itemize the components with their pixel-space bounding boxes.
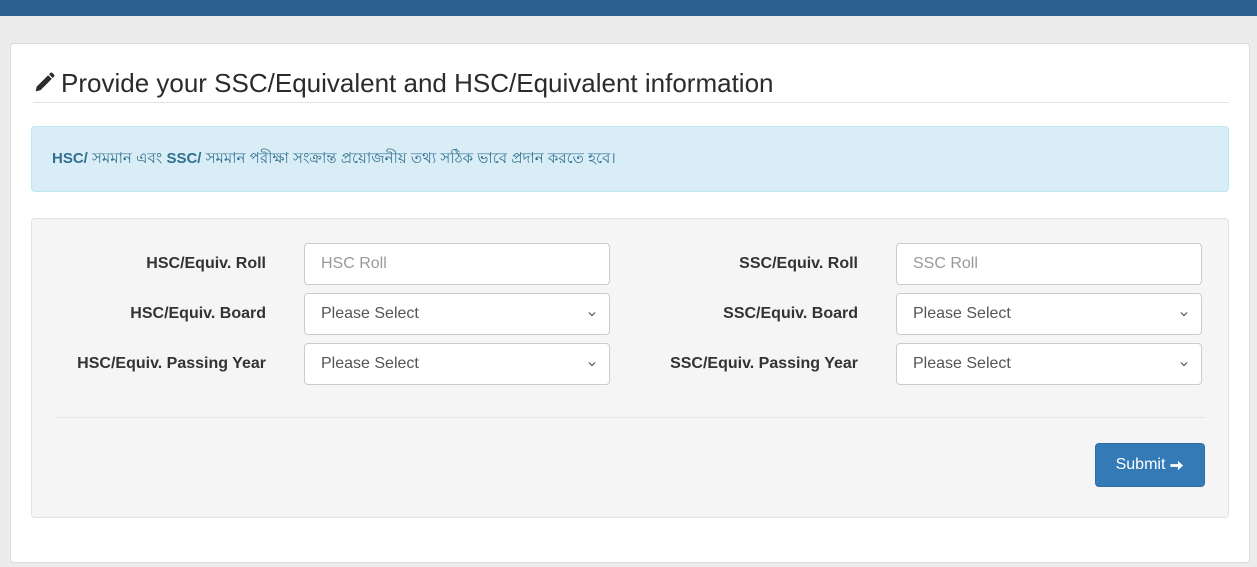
hsc-board-label: HSC/Equiv. Board: [130, 305, 266, 322]
hsc-year-select[interactable]: Please Select: [304, 343, 610, 385]
top-navbar: [0, 0, 1257, 16]
arrow-right-icon: [1170, 460, 1184, 470]
ssc-board-label: SSC/Equiv. Board: [723, 305, 858, 322]
page-title: Provide your SSC/Equivalent and HSC/Equi…: [61, 68, 774, 98]
pencil-icon: [35, 72, 55, 92]
form-row-roll: HSC/Equiv. Roll SSC/Equiv. Roll: [32, 243, 1228, 285]
hsc-board-selected: Please Select: [321, 305, 419, 322]
ssc-year-selected: Please Select: [913, 355, 1011, 372]
form-divider: [56, 417, 1206, 418]
ssc-board-select[interactable]: Please Select: [896, 293, 1202, 335]
submit-label: Submit: [1115, 456, 1166, 473]
chevron-down-icon: [588, 362, 596, 367]
chevron-down-icon: [1180, 312, 1188, 317]
hsc-roll-label: HSC/Equiv. Roll: [146, 255, 266, 272]
chevron-down-icon: [588, 312, 596, 317]
alert-text-segment-2: সমমান পরীক্ষা সংক্রান্ত প্রয়োজনীয় তথ্য…: [201, 149, 616, 167]
alert-hsc-bold: HSC/: [52, 149, 88, 167]
ssc-year-label: SSC/Equiv. Passing Year: [670, 355, 858, 372]
form-row-board: HSC/Equiv. Board Please Select SSC/Equiv…: [32, 293, 1228, 335]
ssc-roll-input[interactable]: [896, 243, 1202, 285]
ssc-roll-label: SSC/Equiv. Roll: [739, 255, 858, 272]
info-alert: HSC/ সমমান এবং SSC/ সমমান পরীক্ষা সংক্রা…: [31, 126, 1229, 192]
submit-button[interactable]: Submit: [1095, 443, 1205, 487]
alert-text: HSC/ সমমান এবং SSC/ সমমান পরীক্ষা সংক্রা…: [52, 147, 616, 172]
form-panel: Provide your SSC/Equivalent and HSC/Equi…: [10, 43, 1250, 563]
ssc-year-select[interactable]: Please Select: [896, 343, 1202, 385]
hsc-year-selected: Please Select: [321, 355, 419, 372]
hsc-year-label: HSC/Equiv. Passing Year: [77, 355, 266, 372]
hsc-board-select[interactable]: Please Select: [304, 293, 610, 335]
hsc-roll-input[interactable]: [304, 243, 610, 285]
chevron-down-icon: [1180, 362, 1188, 367]
alert-ssc-bold: SSC/: [166, 149, 202, 167]
form-well: HSC/Equiv. Roll SSC/Equiv. Roll HSC/Equi…: [31, 218, 1229, 518]
form-row-year: HSC/Equiv. Passing Year Please Select SS…: [32, 343, 1228, 385]
page-heading: Provide your SSC/Equivalent and HSC/Equi…: [33, 68, 1229, 103]
alert-text-segment-1: সমমান এবং: [87, 149, 167, 167]
ssc-board-selected: Please Select: [913, 305, 1011, 322]
